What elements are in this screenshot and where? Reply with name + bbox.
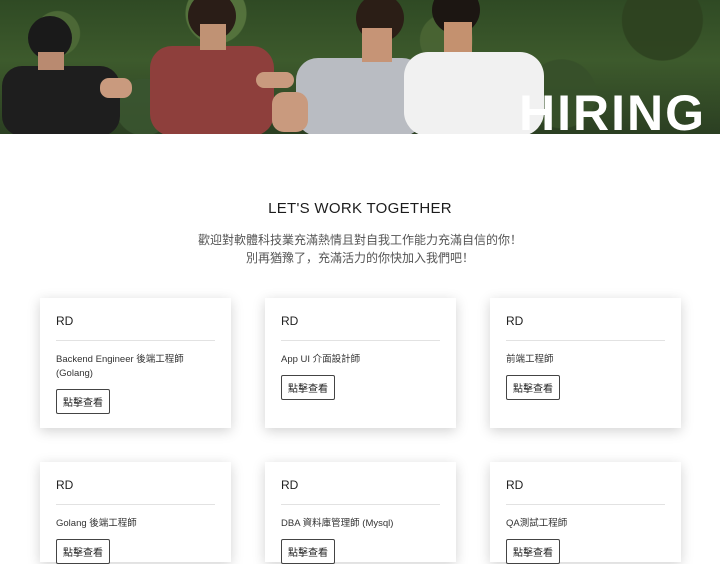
job-card: RD App UI 介面設計師 點擊查看 [265, 298, 456, 428]
card-divider [506, 504, 665, 505]
job-department: RD [281, 478, 299, 492]
job-department: RD [506, 314, 524, 328]
view-details-button[interactable]: 點擊查看 [56, 389, 110, 414]
job-title: Backend Engineer 後端工程師 (Golang) [56, 354, 184, 379]
intro-line-2: 別再猶豫了，充滿活力的你快加入我們吧！ [245, 251, 474, 265]
job-title: DBA 資料庫管理師 (Mysql) [281, 518, 394, 529]
intro-section: LET'S WORK TOGETHER 歡迎對軟體科技業充滿熱情且對自我工作能力… [0, 200, 720, 267]
job-card: RD DBA 資料庫管理師 (Mysql) 點擊查看 [265, 462, 456, 564]
view-details-button[interactable]: 點擊查看 [506, 539, 560, 564]
card-divider [56, 340, 215, 341]
card-divider [506, 340, 665, 341]
card-divider [281, 340, 440, 341]
intro-description: 歡迎對軟體科技業充滿熱情且對自我工作能力充滿自信的你！ 別再猶豫了，充滿活力的你… [0, 231, 720, 267]
hero-banner: HIRING [0, 0, 720, 134]
view-details-button[interactable]: 點擊查看 [281, 375, 335, 400]
job-title: 前端工程師 [506, 354, 554, 365]
job-card: RD Golang 後端工程師 點擊查看 [40, 462, 231, 564]
job-department: RD [281, 314, 299, 328]
job-title: Golang 後端工程師 [56, 518, 137, 529]
view-details-button[interactable]: 點擊查看 [281, 539, 335, 564]
job-card: RD Backend Engineer 後端工程師 (Golang) 點擊查看 [40, 298, 231, 428]
job-department: RD [56, 478, 74, 492]
section-heading: LET'S WORK TOGETHER [268, 200, 452, 217]
card-divider [281, 504, 440, 505]
person-3 [272, 0, 424, 134]
hiring-heading: HIRING [519, 85, 706, 134]
view-details-button[interactable]: 點擊查看 [56, 539, 110, 564]
job-title: App UI 介面設計師 [281, 354, 361, 365]
job-title: QA測試工程師 [506, 518, 568, 529]
view-details-button[interactable]: 點擊查看 [506, 375, 560, 400]
job-card: RD QA測試工程師 點擊查看 [490, 462, 681, 564]
person-1 [2, 16, 132, 134]
intro-line-1: 歡迎對軟體科技業充滿熱情且對自我工作能力充滿自信的你！ [197, 233, 522, 247]
job-card: RD 前端工程師 點擊查看 [490, 298, 681, 428]
card-divider [56, 504, 215, 505]
job-department: RD [506, 478, 524, 492]
job-department: RD [56, 314, 74, 328]
